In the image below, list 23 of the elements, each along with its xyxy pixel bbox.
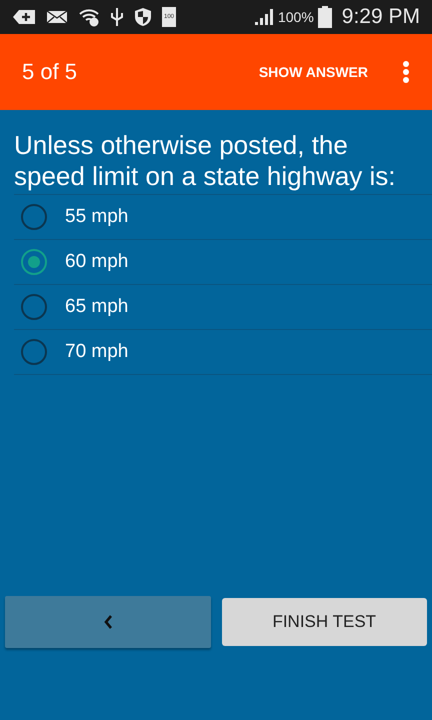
usb-icon xyxy=(110,7,124,27)
answer-option[interactable]: 55 mph xyxy=(65,206,128,228)
show-answer-button[interactable]: SHOW ANSWER xyxy=(254,60,372,84)
battery-percent: 100% xyxy=(278,9,314,25)
signal-icon xyxy=(254,8,274,26)
shield-icon xyxy=(134,7,152,27)
radio-button[interactable] xyxy=(21,339,47,365)
question-counter: 5 of 5 xyxy=(22,59,78,85)
answer-option[interactable]: 60 mph xyxy=(65,251,128,273)
more-options-icon[interactable] xyxy=(402,60,410,84)
radio-button[interactable] xyxy=(21,249,47,275)
answer-option[interactable]: 65 mph xyxy=(65,296,128,318)
chevron-left-icon xyxy=(102,614,113,630)
question-text: Unless otherwise posted, the speed limit on a state highway is: xyxy=(13,129,397,193)
battery-icon xyxy=(318,6,332,28)
radio-button[interactable] xyxy=(21,294,47,320)
notification-icon xyxy=(12,9,36,25)
radio-button[interactable] xyxy=(21,204,47,230)
answer-option[interactable]: 70 mph xyxy=(65,341,128,363)
clock: 9:29 PM xyxy=(342,5,420,29)
wifi-icon xyxy=(78,7,100,27)
finish-test-button[interactable]: FINISH TEST xyxy=(222,598,427,646)
mail-icon xyxy=(46,9,68,25)
